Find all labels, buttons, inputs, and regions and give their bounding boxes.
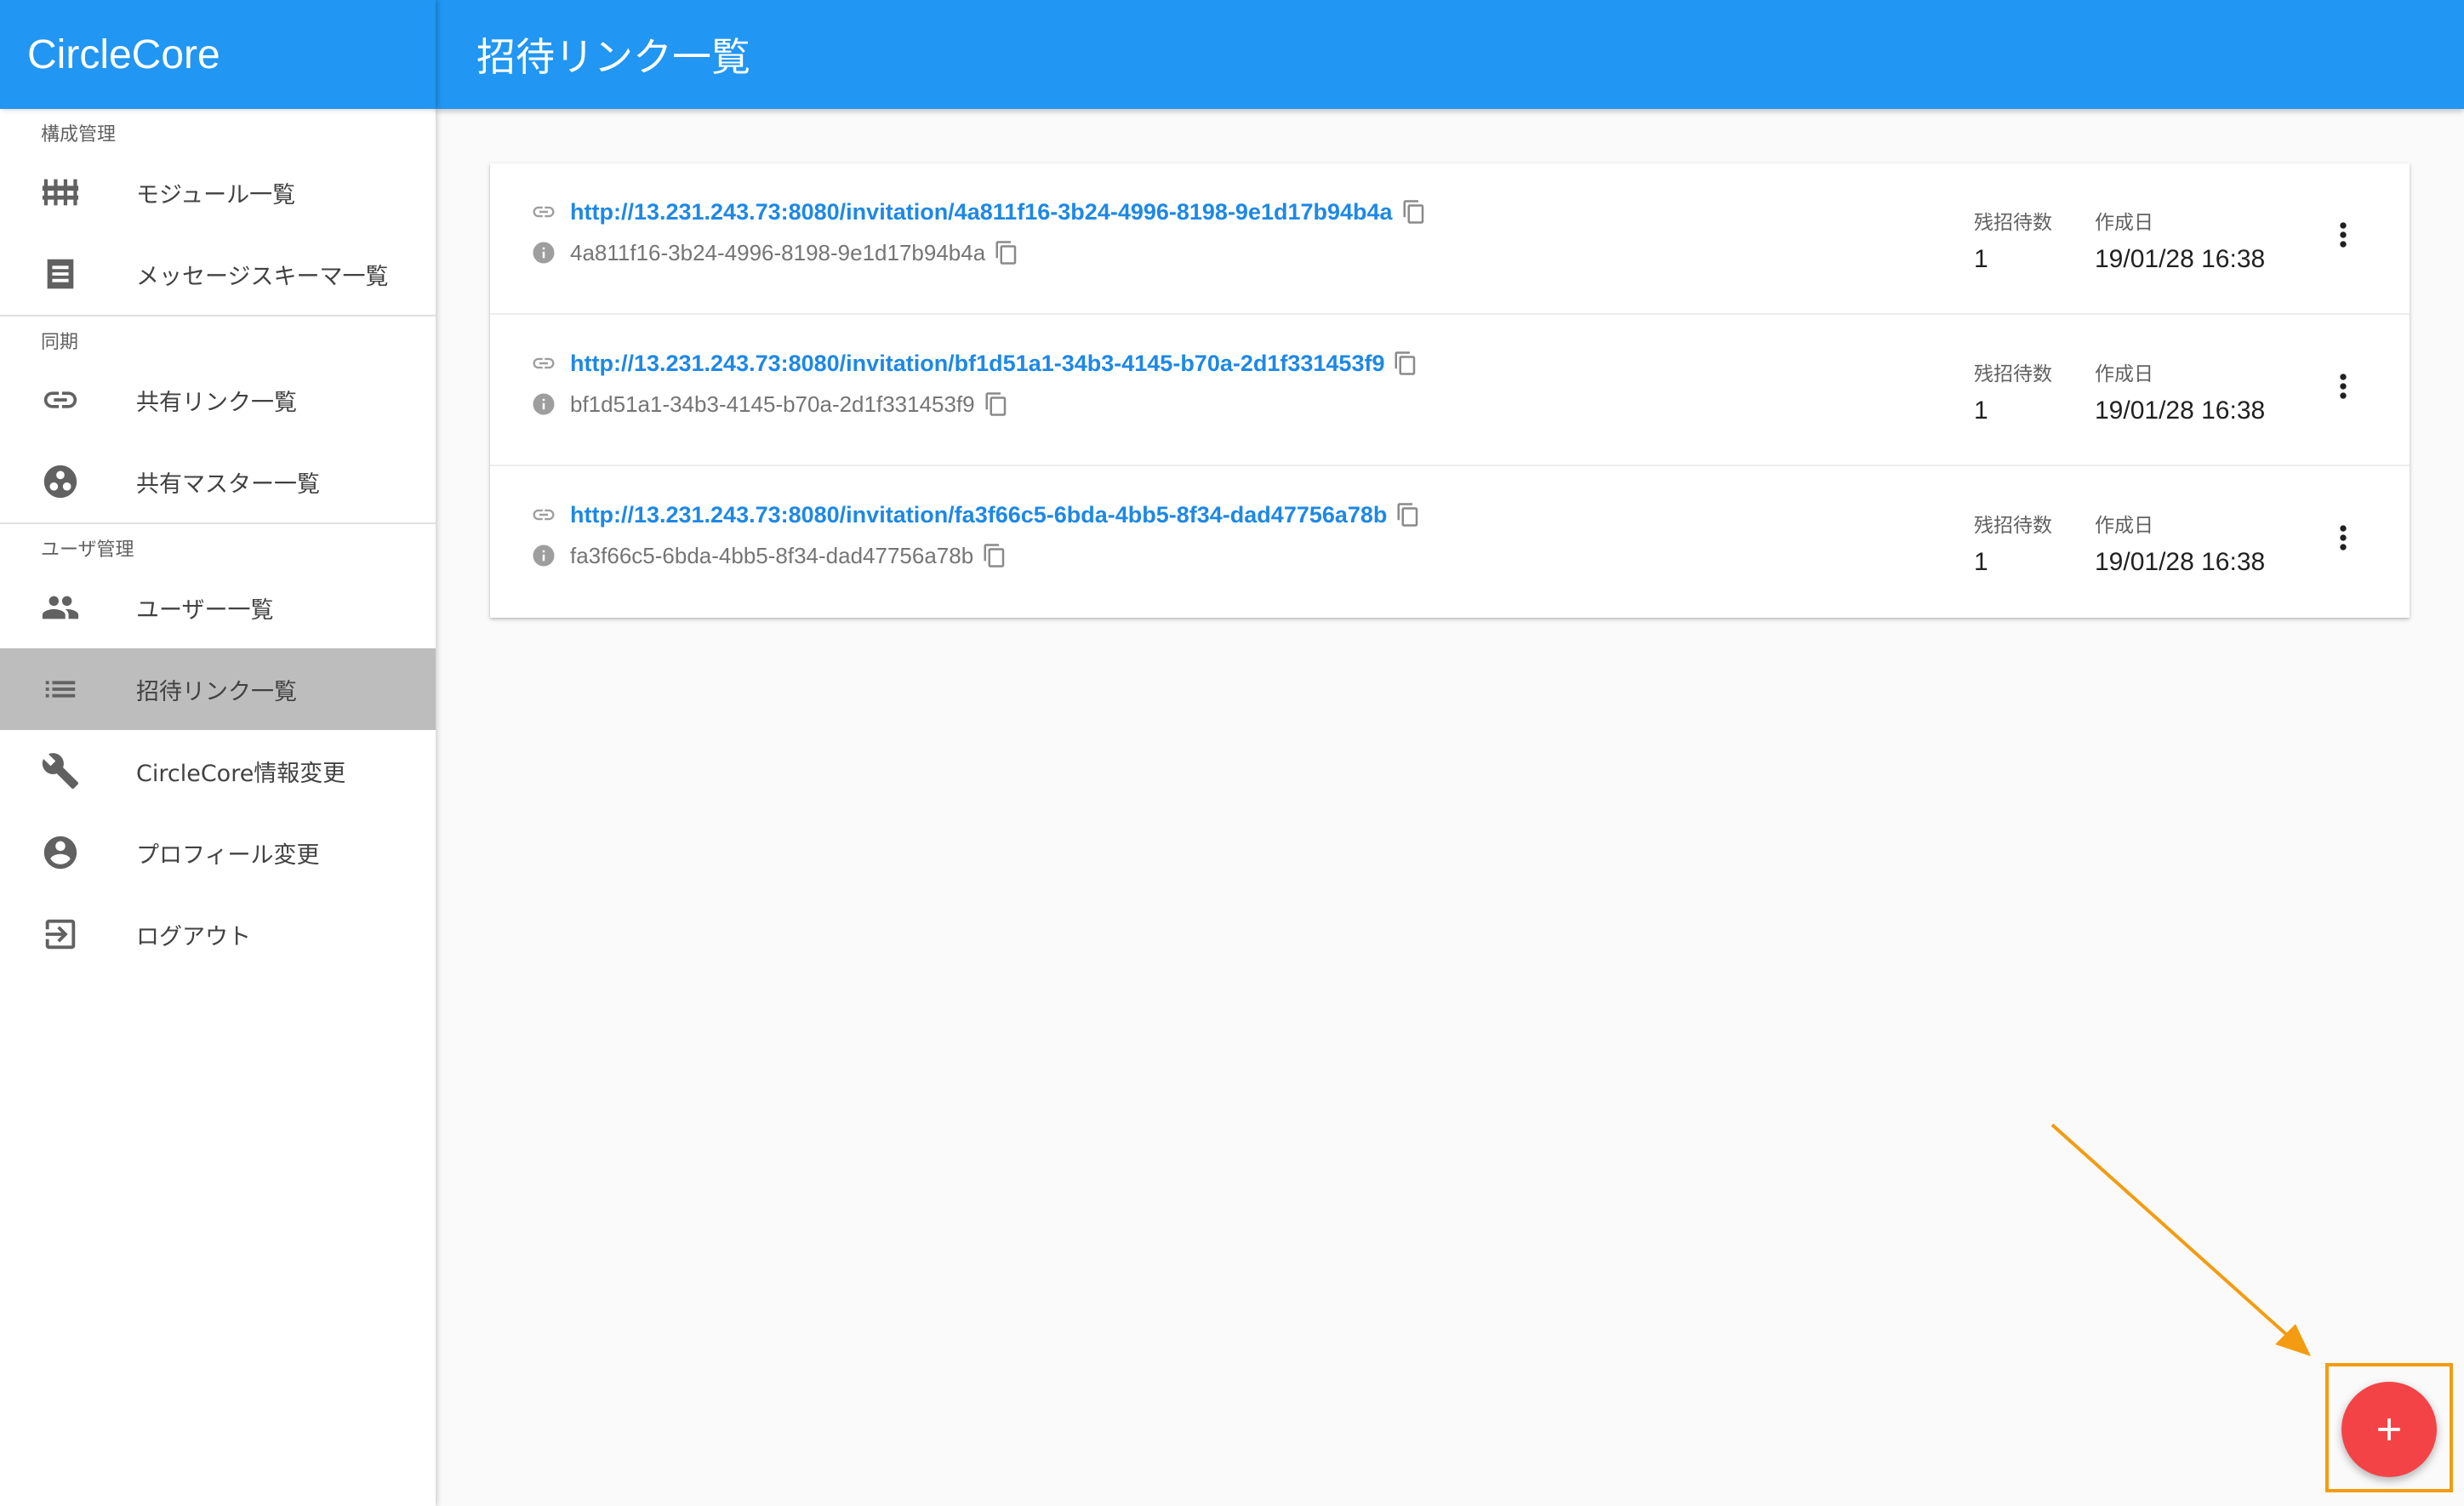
sidebar-item-label: CircleCore情報変更	[136, 760, 346, 787]
sidebar-item-shared-links[interactable]: 共有リンク一覧	[0, 359, 436, 441]
schema-icon	[0, 254, 136, 294]
remaining-label: 残招待数	[1974, 212, 2052, 234]
more-menu-button[interactable]	[2324, 514, 2362, 562]
sidebar-item-label: 招待リンク一覧	[136, 678, 297, 705]
invitation-url-link[interactable]: http://13.231.243.73:8080/invitation/4a8…	[570, 199, 1393, 225]
sidebar-item-label: モジュール一覧	[136, 181, 296, 208]
invitation-row: http://13.231.243.73:8080/invitation/fa3…	[490, 466, 2410, 618]
logout-icon	[0, 915, 136, 954]
invitation-row: http://13.231.243.73:8080/invitation/bf1…	[490, 315, 2410, 466]
link-icon	[531, 351, 556, 376]
invitation-token: 4a811f16-3b24-4996-8198-9e1d17b94b4a	[570, 239, 986, 265]
sidebar-item-profile[interactable]: プロフィール変更	[0, 812, 436, 893]
sidebar-item-label: ログアウト	[136, 923, 251, 950]
more-vert-icon	[2340, 374, 2347, 399]
app-title: CircleCore	[0, 0, 436, 109]
copy-icon[interactable]	[982, 543, 1007, 568]
copy-icon[interactable]	[1393, 351, 1418, 376]
copy-icon[interactable]	[1395, 502, 1421, 528]
section-header-sync: 同期	[41, 332, 79, 353]
link-icon	[0, 380, 136, 419]
created-date: 作成日 19/01/28 16:38	[2095, 357, 2265, 425]
sidebar-item-shared-masters[interactable]: 共有マスター一覧	[0, 441, 436, 522]
page-title: 招待リンク一覧	[476, 34, 750, 80]
remaining-count: 残招待数 1	[1974, 206, 2052, 274]
link-icon	[531, 502, 556, 528]
copy-icon[interactable]	[994, 240, 1019, 265]
app-bar: 招待リンク一覧	[436, 0, 2464, 109]
remaining-count: 残招待数 1	[1974, 509, 2052, 577]
created-date: 作成日 19/01/28 16:38	[2095, 206, 2265, 274]
section-header-config: 構成管理	[41, 124, 117, 145]
remaining-value: 1	[1974, 396, 1988, 425]
more-menu-button[interactable]	[2324, 362, 2362, 410]
created-label: 作成日	[2095, 515, 2153, 537]
wrench-icon	[0, 751, 136, 790]
sidebar-item-label: 共有マスター一覧	[136, 471, 320, 498]
add-invitation-button[interactable]	[2341, 1382, 2437, 1477]
section-header-users: ユーザ管理	[41, 539, 134, 561]
sidebar-item-logout[interactable]: ログアウト	[0, 893, 436, 975]
remaining-count: 残招待数 1	[1974, 357, 2052, 425]
sidebar-item-modules[interactable]: モジュール一覧	[0, 151, 436, 233]
more-menu-button[interactable]	[2324, 211, 2362, 259]
invitation-list: http://13.231.243.73:8080/invitation/4a8…	[490, 163, 2410, 618]
sidebar-item-label: メッセージスキーマ一覧	[136, 263, 389, 290]
module-icon	[0, 173, 136, 212]
invitation-token: bf1d51a1-34b3-4145-b70a-2d1f331453f9	[570, 391, 975, 417]
info-icon	[531, 543, 556, 568]
copy-icon[interactable]	[984, 391, 1009, 417]
more-vert-icon	[2340, 525, 2347, 550]
created-label: 作成日	[2095, 212, 2153, 234]
invitation-row: http://13.231.243.73:8080/invitation/4a8…	[490, 163, 2410, 315]
created-value: 19/01/28 16:38	[2095, 396, 2266, 425]
remaining-value: 1	[1974, 245, 1988, 273]
sidebar-item-invitations[interactable]: 招待リンク一覧	[0, 648, 436, 730]
people-icon	[0, 588, 136, 627]
info-icon	[531, 391, 556, 417]
remaining-label: 残招待数	[1974, 363, 2052, 385]
remaining-value: 1	[1974, 548, 1988, 576]
sidebar-item-label: ユーザー一覧	[136, 596, 274, 624]
account-icon	[0, 833, 136, 872]
invitation-url-link[interactable]: http://13.231.243.73:8080/invitation/bf1…	[570, 351, 1384, 377]
more-vert-icon	[2340, 222, 2347, 248]
created-value: 19/01/28 16:38	[2095, 245, 2266, 273]
plus-icon	[2378, 1418, 2400, 1440]
invitation-token: fa3f66c5-6bda-4bb5-8f34-dad47756a78b	[570, 542, 974, 568]
sidebar-item-label: プロフィール変更	[136, 841, 320, 869]
sidebar-item-users[interactable]: ユーザー一覧	[0, 567, 436, 648]
sidebar-item-schemas[interactable]: メッセージスキーマ一覧	[0, 233, 436, 315]
annotation-arrow	[2050, 1123, 2311, 1356]
sidebar-item-label: 共有リンク一覧	[136, 389, 297, 416]
link-icon	[531, 199, 556, 225]
copy-icon[interactable]	[1401, 199, 1427, 225]
created-label: 作成日	[2095, 363, 2153, 385]
sidebar: 構成管理 モジュール一覧 メッセージスキーマ一覧 同期 共有リンク一覧 共有マス…	[0, 109, 436, 1506]
created-value: 19/01/28 16:38	[2095, 548, 2266, 576]
master-icon	[0, 462, 136, 501]
list-icon	[0, 670, 136, 709]
sidebar-item-circlecore-settings[interactable]: CircleCore情報変更	[0, 730, 436, 812]
remaining-label: 残招待数	[1974, 515, 2052, 537]
created-date: 作成日 19/01/28 16:38	[2095, 509, 2265, 577]
invitation-url-link[interactable]: http://13.231.243.73:8080/invitation/fa3…	[570, 502, 1387, 528]
info-icon	[531, 240, 556, 265]
